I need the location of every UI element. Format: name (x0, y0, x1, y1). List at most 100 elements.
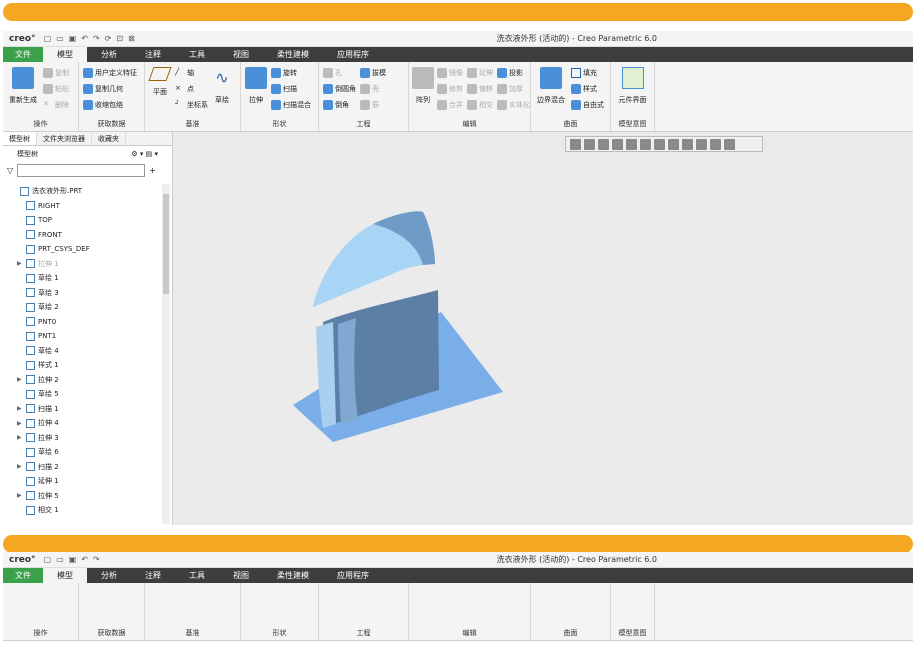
tab-flexible-modeling-2[interactable]: 柔性建模 (263, 568, 323, 583)
group-label-engineering-2[interactable]: 工程 (319, 628, 408, 638)
paste-button[interactable]: 粘贴 (43, 83, 69, 95)
group-label-shapes[interactable]: 形状 (241, 119, 318, 129)
expand-icon[interactable]: ▶ (17, 260, 23, 267)
tree-item[interactable]: RIGHT (3, 199, 160, 214)
tab-model-2[interactable]: 模型 (43, 568, 87, 583)
tree-item[interactable]: PNT1 (3, 329, 160, 344)
redo-icon[interactable]: ↷ (93, 34, 100, 43)
expand-icon[interactable]: ▶ (17, 405, 23, 412)
expand-icon[interactable]: ▶ (17, 434, 23, 441)
delete-button[interactable]: ✕ 删除 (43, 99, 69, 111)
group-label-intent-2[interactable]: 模型意图 (611, 628, 654, 638)
tab-view-2[interactable]: 视图 (219, 568, 263, 583)
group-label-editing[interactable]: 编辑 (409, 119, 530, 129)
group-label-datum[interactable]: 基准 (145, 119, 240, 129)
point-button[interactable]: × 点 (175, 83, 208, 95)
tree-item[interactable]: ▶ 拉伸 5 (3, 489, 160, 504)
freestyle-button[interactable]: 自由式 (571, 99, 604, 111)
tree-item[interactable]: PNT0 (3, 315, 160, 330)
tree-item[interactable]: ▶ 扫描 1 (3, 402, 160, 417)
hole-button[interactable]: 孔 (323, 67, 356, 79)
group-label-ops-2[interactable]: 操作 (3, 628, 78, 638)
save-icon[interactable]: ▣ (69, 34, 77, 43)
group-label-editing-2[interactable]: 编辑 (409, 628, 530, 638)
tab-annotate[interactable]: 注释 (131, 47, 175, 62)
tree-item[interactable]: 洗衣液外形.PRT (3, 184, 160, 199)
tree-item[interactable]: 延伸 1 (3, 474, 160, 489)
new-icon[interactable]: ▢ (44, 555, 52, 564)
group-label-surfaces[interactable]: 曲面 (531, 119, 610, 129)
open-icon[interactable]: ▭ (56, 34, 64, 43)
thicken-button[interactable]: 加厚 (497, 83, 530, 95)
style-button[interactable]: 样式 (571, 83, 604, 95)
tree-scrollbar[interactable] (162, 184, 170, 524)
tree-item[interactable]: 草绘 2 (3, 300, 160, 315)
expand-icon[interactable]: ▶ (17, 420, 23, 427)
udf-button[interactable]: 用户定义特征 (83, 67, 137, 79)
intersect-button[interactable]: 相交 (467, 99, 493, 111)
tab-model[interactable]: 模型 (43, 47, 87, 62)
new-icon[interactable]: ▢ (44, 34, 52, 43)
scroll-thumb[interactable] (163, 194, 169, 294)
rib-button[interactable]: 筋 (360, 99, 386, 111)
axis-button[interactable]: ╱ 轴 (175, 67, 208, 79)
tab-favorites[interactable]: 收藏夹 (92, 132, 126, 145)
group-label-surfaces-2[interactable]: 曲面 (531, 628, 610, 638)
tree-item[interactable]: ▶ 扫描 2 (3, 460, 160, 475)
tree-item[interactable]: 样式 1 (3, 358, 160, 373)
group-label-shapes-2[interactable]: 形状 (241, 628, 318, 638)
copy-button[interactable]: 复制 (43, 67, 69, 79)
undo-icon[interactable]: ↶ (81, 34, 88, 43)
tree-item[interactable]: 草绘 4 (3, 344, 160, 359)
tree-item[interactable]: 草绘 5 (3, 387, 160, 402)
solidify-button[interactable]: 实体化 (497, 99, 530, 111)
tab-applications[interactable]: 应用程序 (323, 47, 383, 62)
tree-item[interactable]: ▶ 拉伸 4 (3, 416, 160, 431)
regen-icon[interactable]: ⟳ (105, 34, 112, 43)
open-icon[interactable]: ▭ (56, 555, 64, 564)
mirror-button[interactable]: 镜像 (437, 67, 463, 79)
tab-model-tree[interactable]: 模型树 (3, 132, 37, 145)
shrinkwrap-button[interactable]: 收缩包络 (83, 99, 137, 111)
group-label-intent[interactable]: 模型意图 (611, 119, 654, 129)
tab-analysis[interactable]: 分析 (87, 47, 131, 62)
tree-item[interactable]: 草绘 3 (3, 286, 160, 301)
expand-icon[interactable]: ▶ (17, 492, 23, 499)
project-button[interactable]: 投影 (497, 67, 530, 79)
tab-applications-2[interactable]: 应用程序 (323, 568, 383, 583)
group-label-getdata-2[interactable]: 获取数据 (79, 628, 144, 638)
chamfer-button[interactable]: 倒角 (323, 99, 356, 111)
draft-button[interactable]: 拔模 (360, 67, 386, 79)
shell-button[interactable]: 壳 (360, 83, 386, 95)
group-label-getdata[interactable]: 获取数据 (79, 119, 144, 129)
expand-icon[interactable]: ▶ (17, 376, 23, 383)
add-icon[interactable]: + (149, 166, 156, 175)
tree-item[interactable]: TOP (3, 213, 160, 228)
tree-item[interactable]: PRT_CSYS_DEF (3, 242, 160, 257)
tab-tools[interactable]: 工具 (175, 47, 219, 62)
tab-folder-browser[interactable]: 文件夹浏览器 (37, 132, 92, 145)
tab-annotate-2[interactable]: 注释 (131, 568, 175, 583)
save-icon[interactable]: ▣ (69, 555, 77, 564)
graphics-viewport[interactable] (173, 132, 913, 525)
window-icon[interactable]: ⊡ (116, 34, 123, 43)
close-window-icon[interactable]: ⊠ (128, 34, 135, 43)
tree-item[interactable]: 相交 1 (3, 503, 160, 518)
extend-button[interactable]: 延伸 (467, 67, 493, 79)
offset-button[interactable]: 偏移 (467, 83, 493, 95)
tab-view[interactable]: 视图 (219, 47, 263, 62)
copy-geom-button[interactable]: 复制几何 (83, 83, 137, 95)
swept-blend-button[interactable]: 扫描混合 (271, 99, 311, 111)
round-button[interactable]: 倒圆角 (323, 83, 356, 95)
tab-file[interactable]: 文件 (3, 47, 43, 62)
group-label-engineering[interactable]: 工程 (319, 119, 408, 129)
redo-icon[interactable]: ↷ (93, 555, 100, 564)
csys-button[interactable]: ┘ 坐标系 (175, 99, 208, 111)
revolve-button[interactable]: 旋转 (271, 67, 311, 79)
tree-item[interactable]: ▶ 拉伸 2 (3, 373, 160, 388)
tree-search-input[interactable] (17, 163, 146, 177)
undo-icon[interactable]: ↶ (81, 555, 88, 564)
tree-item[interactable]: 草绘 6 (3, 445, 160, 460)
merge-button[interactable]: 合并 (437, 99, 463, 111)
fill-button[interactable]: 填充 (571, 67, 604, 79)
